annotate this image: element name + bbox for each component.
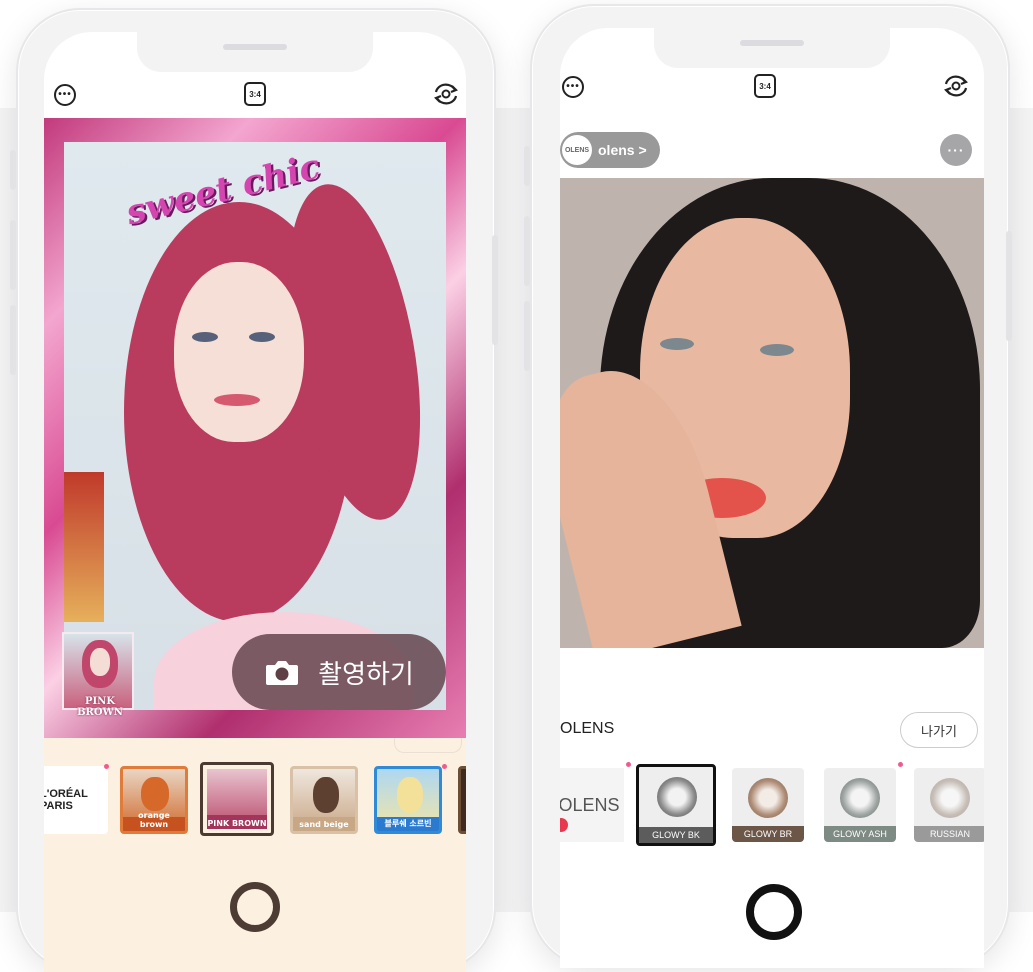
screen-right: ••• 3:4 OLENS olens > ··· OLENS 나가기 OLEN… [560,28,984,968]
aspect-ratio-label: 3:4 [249,89,261,99]
side-button [10,150,16,190]
notch [654,28,890,68]
shoot-button[interactable]: 촬영하기 [232,634,446,710]
filter-pink-brown[interactable]: PINK BROWN [200,762,274,836]
shutter-button[interactable] [230,882,280,932]
brand-tile-label: OLENS [560,794,620,815]
camera-top-bar: ••• 3:4 [44,72,466,112]
lens-glowy-br[interactable]: GLOWY BR [732,768,804,842]
eye-shape [192,332,218,342]
brand-logo: OLENS [562,135,592,165]
filter-label: PINK BROWN [207,819,267,828]
lips-shape [214,394,260,406]
filter-orange-brown[interactable]: orange brown [120,766,188,834]
exit-button[interactable]: 나가기 [900,712,978,748]
lens-label: GLOWY BR [732,826,804,842]
volume-button [524,216,530,286]
phone-frame-right: ••• 3:4 OLENS olens > ··· OLENS 나가기 OLEN… [524,4,1012,968]
lens-glowy-ash[interactable]: GLOWY ASH [824,768,896,842]
camera-preview [560,178,984,648]
new-badge-dot [442,764,447,769]
filter-hair [313,777,339,813]
phone-frame-left: ••• 3:4 sweet chic PINK BROWN 촬영하기 L'ORÉ… [10,8,498,972]
lens-icon [748,778,788,818]
camera-top-bar: ••• 3:4 [560,68,984,108]
eye-shape [760,344,794,356]
lens-russian[interactable]: RUSSIAN [914,768,984,842]
filter-hair [141,777,169,811]
power-button [1006,231,1012,341]
new-badge-dot [898,762,903,767]
thumbnail-face [90,648,110,676]
shoot-button-label: 촬영하기 [318,659,414,690]
preview-thumbnail-label: PINK BROWN [77,696,123,718]
brand-name: olens > [598,142,647,158]
new-badge-dot [626,762,631,767]
filter-blue[interactable]: 블루쉐 소르빈 [374,766,442,834]
more-button[interactable]: ··· [940,134,972,166]
brand-tile-olens[interactable]: OLENS [560,768,624,842]
lens-icon [930,778,970,818]
filter-brand-loreal[interactable]: L'ORÉAL PARIS [44,766,108,834]
eye-shape [660,338,694,350]
lens-icon [840,778,880,818]
lens-icon [657,777,697,817]
power-button [492,235,498,345]
aspect-ratio-label: 3:4 [759,81,771,91]
filter-label: sand beige [299,820,349,829]
more-options-icon[interactable]: ••• [562,76,584,98]
lens-label: RUSSIAN [914,826,984,842]
filter-hair [397,777,423,813]
aspect-ratio-button[interactable]: 3:4 [244,82,266,106]
eye-shape [249,332,275,342]
filter-next[interactable] [458,766,466,834]
lens-glowy-bk[interactable]: GLOWY BK [636,764,716,846]
more-options-icon[interactable]: ••• [54,84,76,106]
camera-flip-icon[interactable] [432,82,460,106]
speaker-grille [223,44,287,50]
section-label: OLENS [560,720,615,737]
speaker-grille [740,40,804,46]
filter-label: 블루쉐 소르빈 [384,819,432,828]
product-box [64,472,104,622]
lens-label: GLOWY BK [639,827,713,843]
new-badge-dot [104,764,109,769]
brand-pill[interactable]: OLENS olens > [560,132,660,168]
face-shape [174,262,304,442]
camera-preview: sweet chic [64,142,446,710]
filter-label: L'ORÉAL PARIS [44,788,88,812]
camera-icon [266,661,299,685]
filter-label: orange brown [138,811,170,829]
volume-button [10,305,16,375]
lens-label: GLOWY ASH [824,826,896,842]
camera-flip-icon[interactable] [942,74,970,98]
aspect-ratio-button[interactable]: 3:4 [754,74,776,98]
volume-button [10,220,16,290]
notch [137,32,373,72]
shutter-button[interactable] [746,884,802,940]
screen-left: ••• 3:4 sweet chic PINK BROWN 촬영하기 L'ORÉ… [44,32,466,972]
filter-sand-beige[interactable]: sand beige [290,766,358,834]
side-button [524,146,530,186]
panel-tab [394,738,462,753]
volume-button [524,301,530,371]
